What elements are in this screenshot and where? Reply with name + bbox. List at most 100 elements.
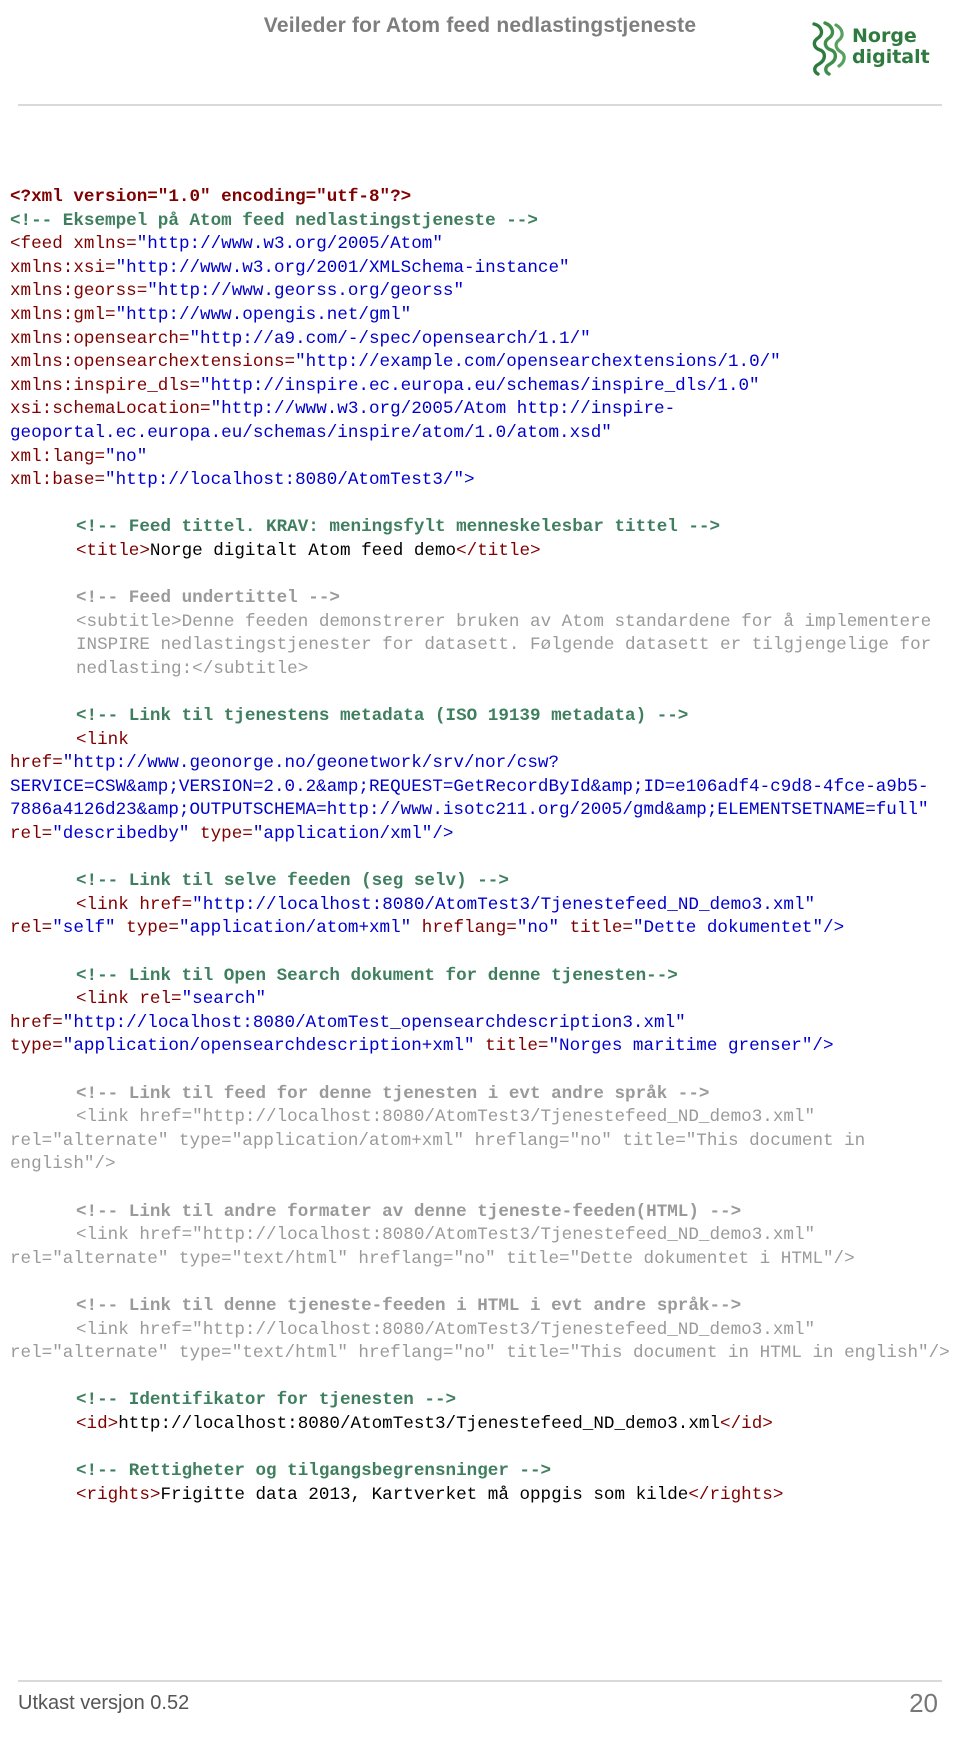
code-token: <feed (10, 234, 74, 255)
code-token: "http://localhost:8080/AtomTest3/Tjenest… (192, 1225, 816, 1246)
logo-mark-icon (812, 21, 846, 76)
code-token: </rights> (688, 1484, 784, 1505)
code-line: rel="alternate" type="text/html" hreflan… (10, 1248, 954, 1272)
code-token: xmlns:georss= (10, 281, 148, 302)
code-line: <link href="http://localhost:8080/AtomTe… (10, 1106, 954, 1130)
code-token: rel= (10, 1248, 53, 1269)
code-token: <!-- Link til selve feeden (seg selv) --… (76, 871, 509, 892)
code-token: type= (189, 824, 253, 845)
code-token: </subtitle> (192, 658, 309, 679)
code-token: xmlns:opensearchextensions= (10, 352, 296, 373)
code-token: "no" (569, 1130, 612, 1151)
code-line: <!-- Feed tittel. KRAV: meningsfylt menn… (10, 516, 954, 540)
code-token: "text/html" (231, 1248, 348, 1269)
code-token: "http://localhost:8080/AtomTest3/"> (105, 470, 475, 491)
code-token: "self" (52, 918, 116, 939)
code-line: rel="alternate" type="application/atom+x… (10, 1130, 954, 1177)
code-line: xmlns:inspire_dls="http://inspire.ec.eur… (10, 375, 954, 399)
code-line: <!-- Eksempel på Atom feed nedlastingstj… (10, 210, 954, 234)
code-line: rel="self" type="application/atom+xml" h… (10, 917, 954, 941)
code-token: <subtitle> (76, 611, 182, 632)
page-header: Veileder for Atom feed nedlastingstjenes… (0, 0, 960, 108)
code-line: <link href="http://localhost:8080/AtomTe… (10, 894, 954, 918)
code-token: "http://localhost:8080/AtomTest3/Tjenest… (192, 894, 816, 915)
code-token: xmlns:gml= (10, 304, 116, 325)
code-token: rel= (10, 1343, 53, 1364)
code-token: <!-- Link til andre formater av denne tj… (76, 1201, 742, 1222)
code-token: xml:lang= (10, 446, 106, 467)
code-token: "alternate" (52, 1343, 169, 1364)
code-token: "application/xml"/> (252, 824, 454, 845)
code-line: href="http://www.geonorge.no/geonetwork/… (10, 752, 954, 846)
code-token: xmlns:xsi= (10, 257, 116, 278)
code-token: "no" (453, 1343, 496, 1364)
code-token: xsi:schemaLocation= (10, 399, 211, 420)
code-line: <id>http://localhost:8080/AtomTest3/Tjen… (10, 1413, 954, 1437)
code-token: <!-- Link til feed for denne tjenesten i… (76, 1083, 710, 1104)
code-line: xml:base="http://localhost:8080/AtomTest… (10, 469, 954, 493)
code-token: "http://www.w3.org/2001/XMLSchema-instan… (115, 257, 570, 278)
code-line: xmlns:opensearchextensions="http://examp… (10, 351, 954, 375)
code-line: <!-- Rettigheter og tilgangsbegrensninge… (10, 1460, 954, 1484)
code-token: <!-- Link til tjenestens metadata (ISO 1… (76, 706, 689, 727)
code-token: <?xml version="1.0" encoding="utf-8"?> (10, 187, 412, 207)
code-token: <link href= (76, 1319, 193, 1340)
code-token: "http://www.geonorge.no/geonetwork/srv/n… (10, 753, 929, 821)
code-token: "text/html" (231, 1343, 348, 1364)
code-token: "http://www.georss.org/georss" (147, 281, 465, 302)
code-token: xmlns:inspire_dls= (10, 375, 201, 396)
code-token: "http://localhost:8080/AtomTest_opensear… (62, 1012, 686, 1033)
code-token: Frigitte data 2013, Kartverket må oppgis… (160, 1484, 689, 1505)
code-token: "no" (516, 918, 560, 939)
code-token: <rights> (76, 1484, 161, 1505)
code-token: <!-- Feed tittel. KRAV: meningsfylt menn… (76, 517, 721, 538)
code-token: </title> (456, 540, 541, 561)
code-line: <!-- Link til tjenestens metadata (ISO 1… (10, 705, 954, 729)
code-line: xsi:schemaLocation="http://www.w3.org/20… (10, 398, 954, 445)
code-token: "search" (181, 989, 267, 1010)
code-token: http://localhost:8080/AtomTest3/Tjeneste… (118, 1413, 721, 1434)
code-token: <link href= (76, 1225, 193, 1246)
code-line: <?xml version="1.0" encoding="utf-8"?> (10, 186, 954, 210)
norge-digitalt-logo: Norge digitalt (808, 18, 930, 80)
code-token: Norge digitalt Atom feed demo (149, 540, 457, 561)
code-line: xmlns:opensearch="http://a9.com/-/spec/o… (10, 328, 954, 352)
code-token: <!-- Link til Open Search dokument for d… (76, 965, 678, 986)
code-line: xmlns:xsi="http://www.w3.org/2001/XMLSch… (10, 257, 954, 281)
code-line: <!-- Feed undertittel --> (10, 587, 954, 611)
code-token: title= (495, 1248, 570, 1269)
code-token: "application/atom+xml" (178, 918, 412, 939)
code-token: xmlns= (73, 234, 137, 255)
code-token: <!-- Eksempel på Atom feed nedlastingstj… (10, 210, 538, 231)
code-line: href="http://localhost:8080/AtomTest_ope… (10, 1012, 954, 1036)
code-token: title= (495, 1343, 570, 1364)
code-token: type= (168, 1343, 232, 1364)
code-token: "application/opensearchdescription+xml" (62, 1036, 475, 1057)
code-line: <!-- Link til Open Search dokument for d… (10, 965, 954, 989)
code-token: xml:base= (10, 470, 106, 491)
code-token: rel= (10, 1130, 53, 1151)
logo-text: Norge digitalt (852, 26, 930, 68)
code-token: "http://a9.com/-/spec/opensearch/1.1/" (189, 328, 591, 349)
code-token: <link (76, 989, 140, 1010)
code-token: "alternate" (52, 1248, 169, 1269)
code-token: "http://www.w3.org/2005/Atom" (136, 234, 443, 255)
code-token: xmlns:opensearch= (10, 328, 190, 349)
code-line: <feed xmlns="http://www.w3.org/2005/Atom… (10, 233, 954, 257)
code-token: "Norges maritime grenser"/> (548, 1036, 834, 1057)
code-token: "no" (105, 446, 148, 467)
code-token: <!-- Link til denne tjeneste-feeden i HT… (76, 1295, 742, 1316)
code-line: <rights>Frigitte data 2013, Kartverket m… (10, 1484, 954, 1508)
code-token: <!-- Identifikator for tjenesten --> (76, 1390, 457, 1411)
code-token: "Dette dokumentet"/> (632, 918, 845, 939)
footer-divider (18, 1680, 942, 1682)
code-token: <link href= (76, 1107, 193, 1128)
header-divider (18, 104, 942, 106)
